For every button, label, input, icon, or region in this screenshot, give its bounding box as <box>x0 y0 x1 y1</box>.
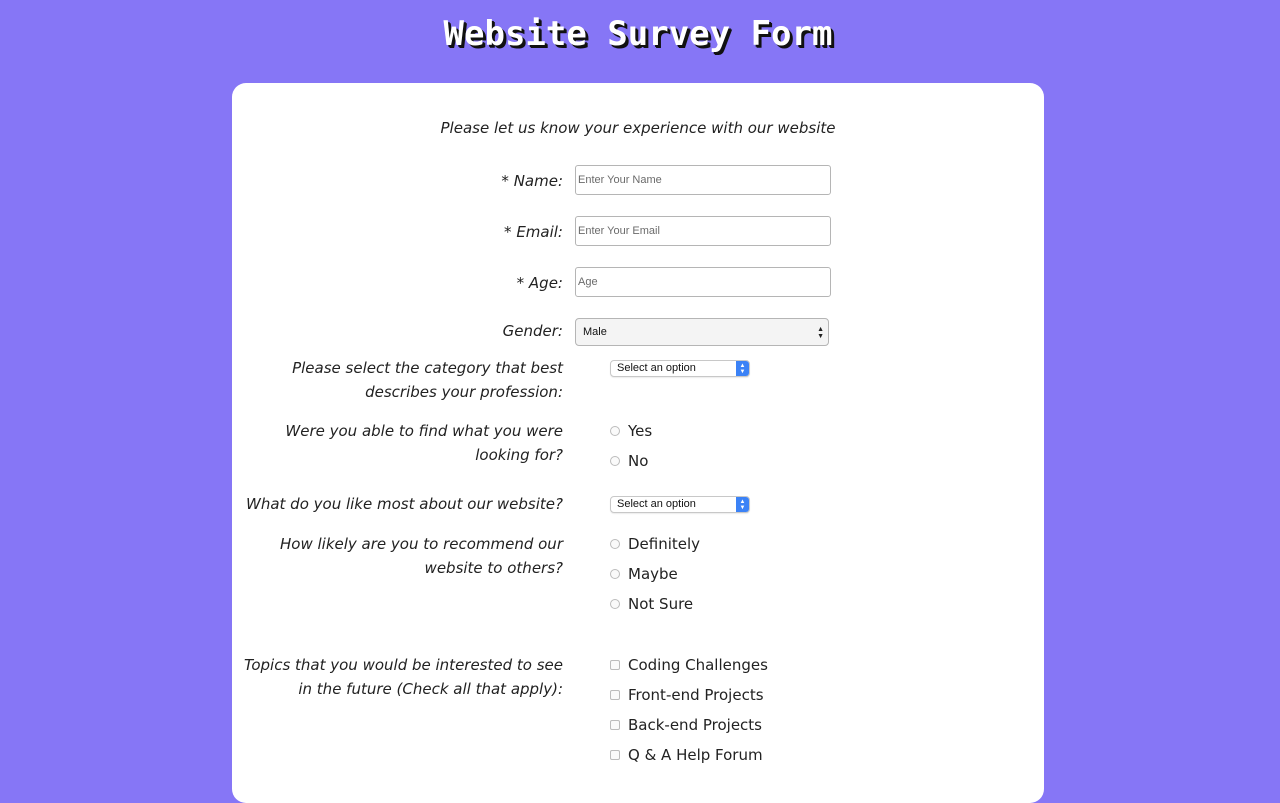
like-most-select[interactable]: Select an option ▲ ▼ <box>610 496 750 513</box>
recommend-label-line2: website to others? <box>424 559 563 577</box>
page-title: Website Survey Form <box>443 14 833 54</box>
radio-button[interactable] <box>610 456 620 466</box>
topics-label: Topics that you would be interested to s… <box>163 653 563 701</box>
checkbox[interactable] <box>610 690 620 700</box>
profession-label: Please select the category that best des… <box>243 356 563 404</box>
form-intro: Please let us know your experience with … <box>440 119 836 137</box>
checkbox[interactable] <box>610 720 620 730</box>
gender-select[interactable]: Male ▲ ▼ <box>575 318 829 346</box>
survey-form: Please let us know your experience with … <box>232 83 1044 803</box>
topics-label-line2: in the future (Check all that apply): <box>298 680 563 698</box>
recommend-label: How likely are you to recommend our webs… <box>243 532 563 580</box>
found-label-line1: Were you able to find what you were <box>285 422 563 440</box>
radio-button[interactable] <box>610 599 620 609</box>
age-label: * Age: <box>516 274 563 292</box>
name-label: * Name: <box>501 172 563 190</box>
gender-select-value: Male <box>583 326 607 338</box>
option-label: Back-end Projects <box>628 716 762 734</box>
email-input[interactable] <box>575 216 831 246</box>
select-arrows-icon: ▲ ▼ <box>736 361 749 376</box>
option-label: Definitely <box>628 535 701 553</box>
option-label: Front-end Projects <box>628 686 764 704</box>
option-label: Yes <box>628 422 653 440</box>
option-label: Maybe <box>628 565 678 583</box>
gender-label: Gender: <box>502 322 563 340</box>
profession-select[interactable]: Select an option ▲ ▼ <box>610 360 750 377</box>
profession-label-line1: Please select the category that best <box>292 359 563 377</box>
option-label: Q & A Help Forum <box>628 746 763 764</box>
age-input[interactable] <box>575 267 831 297</box>
profession-select-value: Select an option <box>617 362 696 374</box>
select-arrows-icon: ▲ ▼ <box>736 497 749 512</box>
recommend-label-line1: How likely are you to recommend our <box>280 535 563 553</box>
radio-button[interactable] <box>610 426 620 436</box>
like-most-select-value: Select an option <box>617 498 696 510</box>
option-label: No <box>628 452 649 470</box>
select-arrows-icon: ▲ ▼ <box>817 326 824 340</box>
email-label: * Email: <box>504 223 563 241</box>
option-label: Coding Challenges <box>628 656 768 674</box>
profession-label-line2: describes your profession: <box>365 383 563 401</box>
radio-button[interactable] <box>610 569 620 579</box>
like-most-label: What do you like most about our website? <box>246 495 563 513</box>
name-input[interactable] <box>575 165 831 195</box>
option-label: Not Sure <box>628 595 694 613</box>
found-label: Were you able to find what you were look… <box>243 419 563 467</box>
checkbox[interactable] <box>610 660 620 670</box>
topics-label-line1: Topics that you would be interested to s… <box>244 656 563 674</box>
radio-button[interactable] <box>610 539 620 549</box>
found-label-line2: looking for? <box>475 446 563 464</box>
